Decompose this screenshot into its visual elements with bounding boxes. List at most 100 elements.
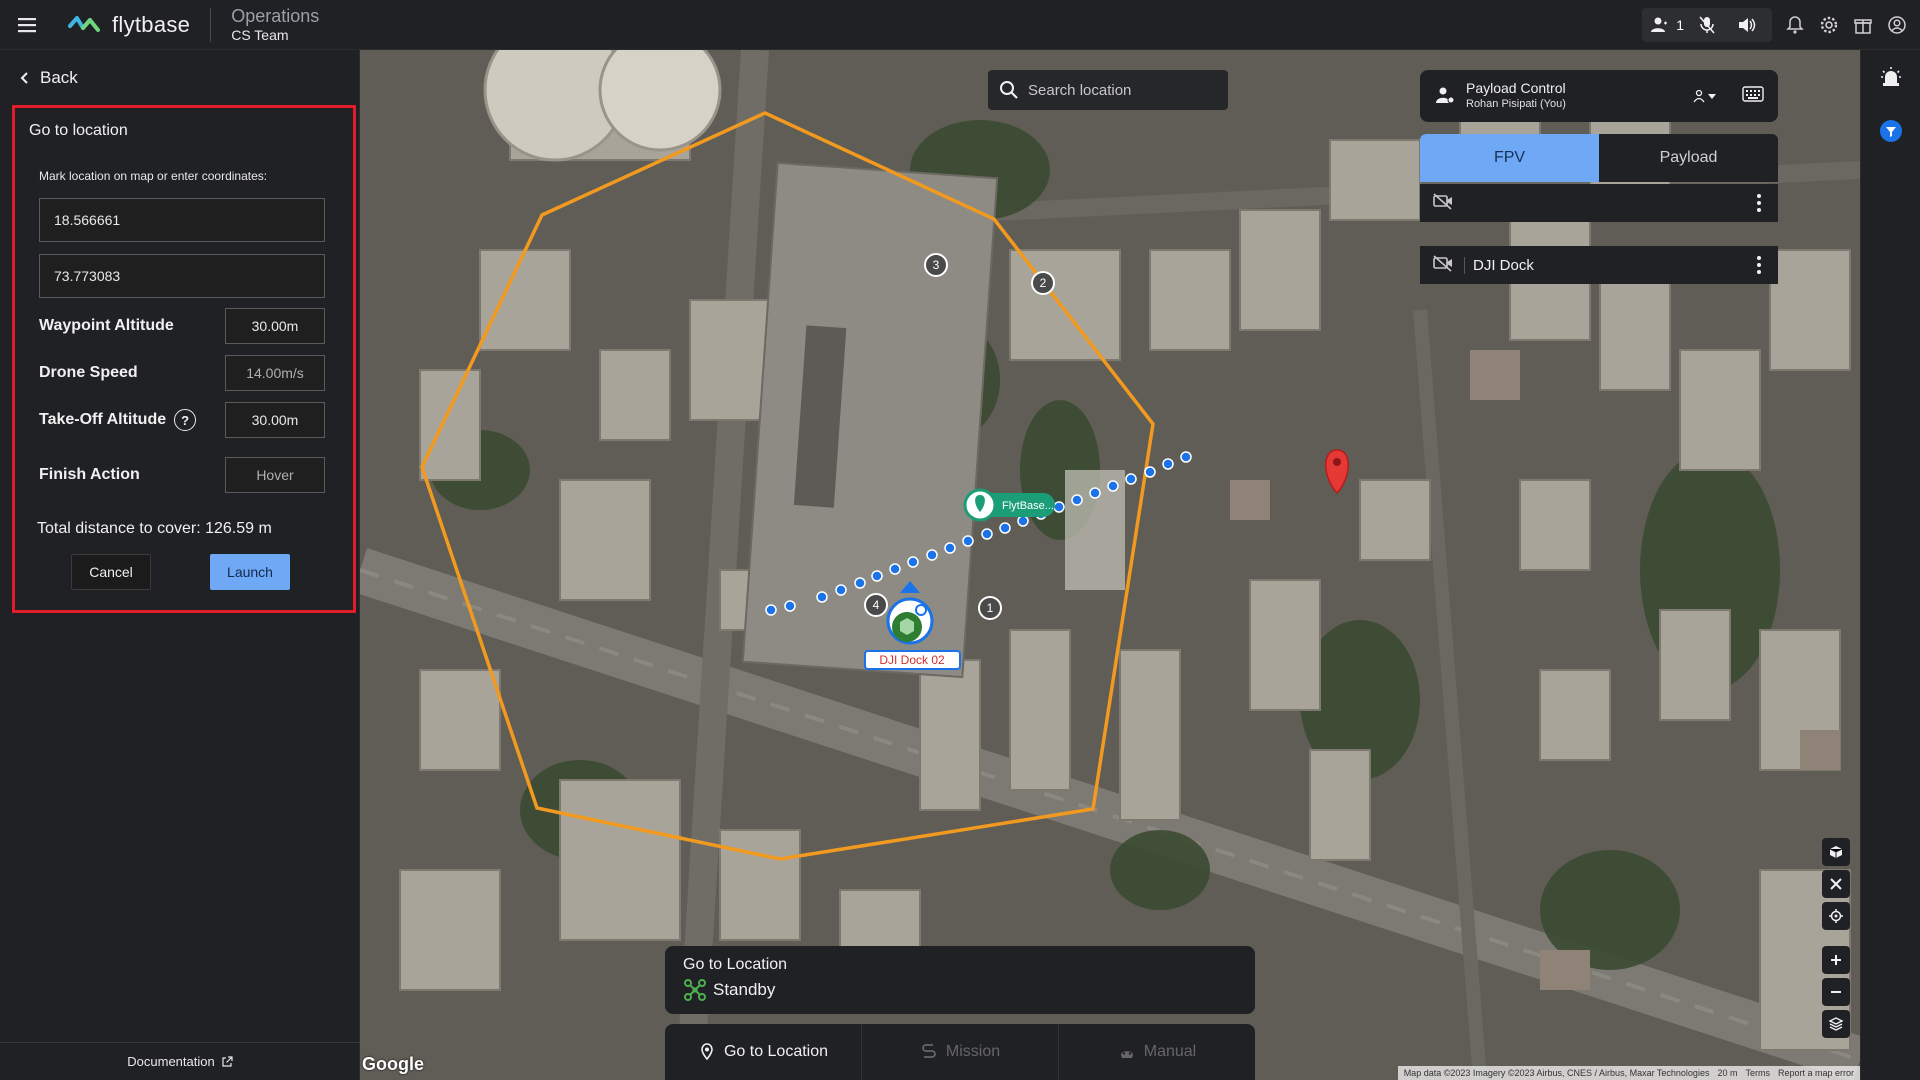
takeoff-altitude-label: Take-Off Altitude — [39, 411, 167, 428]
alarm-icon[interactable] — [1876, 62, 1906, 92]
users-icon[interactable] — [1650, 8, 1670, 42]
waypoint-1[interactable]: 1 — [978, 596, 1002, 620]
search-location-input[interactable]: Search location — [988, 70, 1228, 110]
back-label: Back — [40, 68, 78, 87]
plus-icon — [1831, 955, 1841, 965]
feed-label-dock: DJI Dock — [1464, 256, 1742, 274]
left-panel: Back Go to location Mark location on map… — [0, 50, 360, 1080]
card-title: Go to location — [29, 122, 128, 139]
map-layers-button[interactable] — [1822, 1010, 1850, 1038]
session-controls: 1 — [1642, 8, 1772, 42]
zoom-in-button[interactable] — [1822, 946, 1850, 974]
payload-control-owner: Rohan Pisipati (You) — [1466, 97, 1566, 110]
minus-icon — [1831, 991, 1841, 993]
payload-control-card: Payload Control Rohan Pisipati (You) — [1420, 70, 1778, 122]
header-divider — [210, 7, 212, 42]
close-icon — [1830, 878, 1842, 890]
more-options-icon[interactable] — [1752, 194, 1766, 212]
layers-icon — [1828, 1017, 1844, 1031]
zoom-out-button[interactable] — [1822, 978, 1850, 1006]
tab-fpv[interactable]: FPV — [1420, 134, 1599, 182]
waypoint-1-label: 1 — [987, 601, 994, 615]
route-icon — [922, 1044, 936, 1058]
user-count: 1 — [1676, 17, 1684, 33]
right-rail — [1860, 50, 1920, 1080]
gift-icon[interactable] — [1846, 8, 1880, 42]
chevron-left-icon — [20, 72, 28, 84]
search-placeholder: Search location — [1028, 81, 1132, 99]
map-view[interactable]: 1 2 3 4 FlytBase... DJI Dock 02 Search l… — [360, 50, 1860, 1080]
external-link-icon — [222, 1055, 233, 1067]
keyboard-icon[interactable] — [1742, 85, 1764, 107]
google-logo: Google — [362, 1054, 424, 1074]
joystick-icon — [1120, 1051, 1133, 1058]
map-attribution: Map data ©2023 Imagery ©2023 Airbus, CNE… — [1397, 1066, 1860, 1080]
feed-row-dock: DJI Dock — [1420, 246, 1778, 284]
coordinates-hint: Mark location on map or enter coordinate… — [39, 169, 268, 183]
mission-status-card: Go to Location Standby — [665, 946, 1255, 1014]
documentation-link[interactable]: Documentation — [0, 1042, 360, 1080]
total-distance: Total distance to cover: 126.59 m — [37, 520, 272, 537]
map-clear-button[interactable] — [1822, 870, 1850, 898]
mode-mission-label: Mission — [945, 1043, 1001, 1060]
cube-icon — [1829, 846, 1843, 858]
tab-payload[interactable]: Payload — [1599, 134, 1778, 182]
drone-state: Standby — [713, 980, 776, 999]
org-title: Operations — [231, 6, 320, 27]
flytbase-logo[interactable]: flytbase — [54, 0, 190, 50]
waypoint-altitude-input[interactable]: 30.00m — [225, 308, 325, 344]
takeoff-altitude-row: Take-Off Altitude ? 30.00m — [39, 402, 325, 438]
drone-speed-input[interactable]: 14.00m/s — [225, 355, 325, 391]
bell-icon[interactable] — [1778, 8, 1812, 42]
mode-manual-label: Manual — [1143, 1043, 1197, 1060]
map-recenter-button[interactable] — [1822, 902, 1850, 930]
camera-off-icon — [1432, 192, 1454, 215]
top-bar: flytbase Operations CS Team 1 — [0, 0, 1920, 50]
waypoint-2[interactable]: 2 — [1031, 271, 1055, 295]
status-row: Standby — [683, 978, 1255, 1002]
pin-icon — [701, 1043, 713, 1061]
camera-tabs: FPV Payload — [1420, 134, 1778, 182]
waypoint-3[interactable]: 3 — [924, 253, 948, 277]
menu-icon[interactable] — [0, 0, 54, 50]
drone-icon — [684, 979, 706, 1001]
org-switcher[interactable]: Operations CS Team — [231, 6, 319, 43]
back-button[interactable]: Back — [0, 50, 359, 106]
terms-link[interactable]: Terms — [1745, 1068, 1770, 1078]
cancel-button[interactable]: Cancel — [71, 554, 151, 590]
launch-button[interactable]: Launch — [210, 554, 290, 590]
takeoff-altitude-input[interactable]: 30.00m — [225, 402, 325, 438]
logo-text: flytbase — [112, 11, 191, 37]
drone-speed-row: Drone Speed 14.00m/s — [39, 355, 325, 391]
account-icon[interactable] — [1880, 8, 1914, 42]
mic-off-icon[interactable] — [1690, 8, 1724, 42]
attribution-text: Map data ©2023 Imagery ©2023 Airbus, CNE… — [1403, 1068, 1710, 1078]
dock-marker-label: FlytBase... — [1002, 500, 1054, 512]
filter-icon[interactable] — [1876, 116, 1906, 146]
crosshair-icon — [1829, 909, 1843, 923]
finish-action-label: Finish Action — [39, 466, 140, 483]
gear-icon[interactable] — [1812, 8, 1846, 42]
mode-mission[interactable]: Mission — [862, 1024, 1059, 1080]
mode-go-to-location[interactable]: Go to Location — [665, 1024, 862, 1080]
documentation-label: Documentation — [127, 1054, 215, 1069]
feed-row-fpv — [1420, 184, 1778, 222]
report-error-link[interactable]: Report a map error — [1778, 1068, 1854, 1078]
payload-control-title: Payload Control — [1466, 80, 1566, 97]
flight-mode-tabs: Go to Location Mission Manual — [665, 1024, 1255, 1080]
latitude-input[interactable] — [39, 198, 325, 242]
finish-action-select[interactable]: Hover — [225, 457, 325, 493]
speaker-icon[interactable] — [1730, 8, 1764, 42]
more-options-icon[interactable] — [1752, 256, 1766, 274]
map-3d-view-button[interactable] — [1822, 838, 1850, 866]
waypoint-4-label: 4 — [873, 598, 880, 612]
longitude-input[interactable] — [39, 254, 325, 298]
waypoint-altitude-label: Waypoint Altitude — [39, 317, 174, 334]
waypoint-4[interactable]: 4 — [864, 593, 888, 617]
help-icon[interactable]: ? — [174, 409, 197, 431]
control-transfer-icon[interactable] — [1692, 89, 1716, 103]
mode-manual[interactable]: Manual — [1059, 1024, 1255, 1080]
takeoff-altitude-label-wrap: Take-Off Altitude ? — [39, 409, 197, 431]
dock-marker[interactable]: FlytBase... — [963, 488, 1055, 522]
header-actions: 1 — [1642, 0, 1920, 50]
